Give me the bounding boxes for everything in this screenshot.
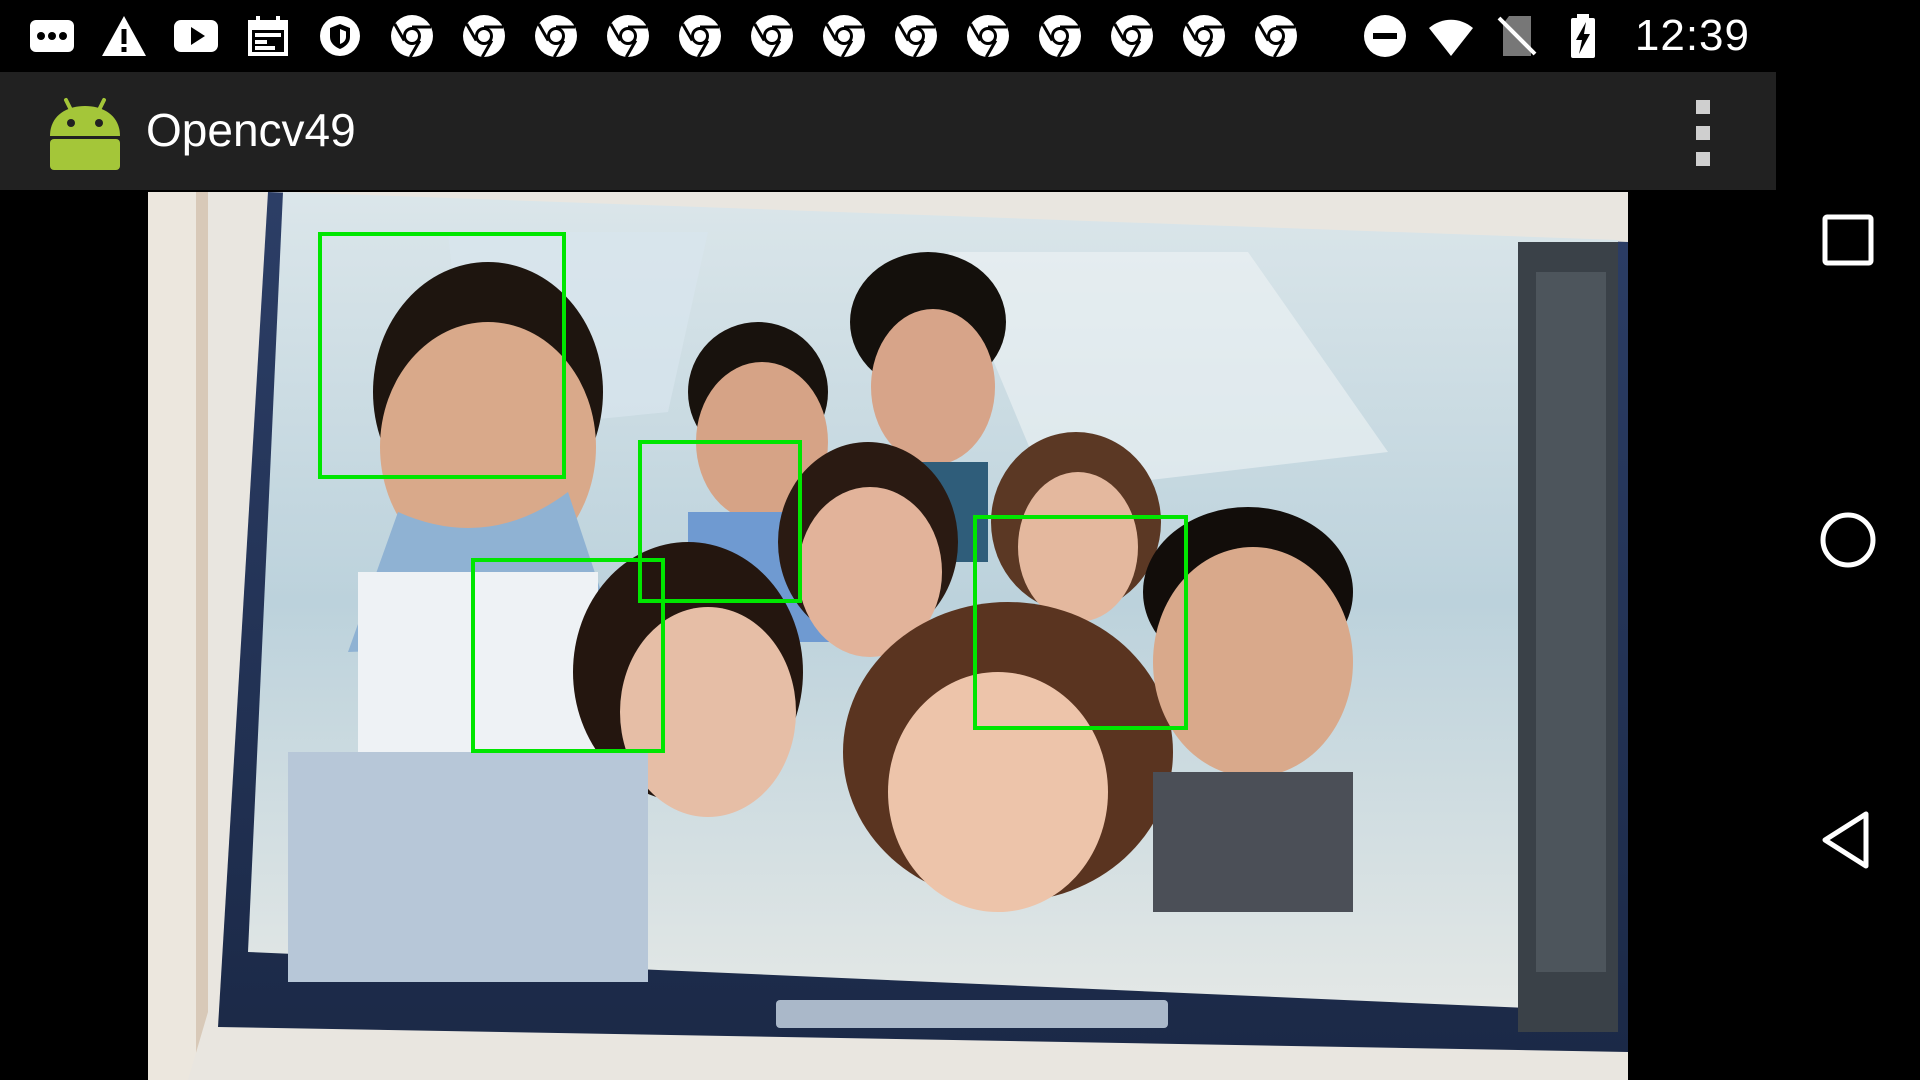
chrome-icon xyxy=(1252,12,1300,60)
chrome-icon xyxy=(748,12,796,60)
chrome-icon xyxy=(892,12,940,60)
chrome-icon xyxy=(388,12,436,60)
youtube-icon xyxy=(172,12,220,60)
battery-charging-icon xyxy=(1559,12,1607,60)
face-detection-box xyxy=(973,515,1188,730)
android-icon xyxy=(44,90,126,172)
back-icon xyxy=(1822,811,1869,869)
home-icon xyxy=(1820,512,1876,568)
alert-icon xyxy=(100,12,148,60)
chrome-icon xyxy=(604,12,652,60)
chrome-icon xyxy=(1036,12,1084,60)
overflow-dot xyxy=(1696,126,1710,140)
overflow-menu-icon[interactable] xyxy=(1688,100,1718,166)
system-icons: 12:39 xyxy=(1361,11,1750,60)
wifi-icon xyxy=(1427,12,1475,60)
overflow-dot xyxy=(1696,152,1710,166)
action-bar: Opencv49 xyxy=(0,72,1776,190)
dock xyxy=(776,1000,1168,1028)
status-bar: 12:39 xyxy=(0,0,1776,72)
app-title: Opencv49 xyxy=(146,104,356,156)
chrome-icon xyxy=(964,12,1012,60)
back-button[interactable] xyxy=(1808,800,1888,880)
home-button[interactable] xyxy=(1808,500,1888,580)
chrome-icon xyxy=(820,12,868,60)
chrome-icon xyxy=(460,12,508,60)
recents-button[interactable] xyxy=(1808,200,1888,280)
camera-preview[interactable] xyxy=(148,192,1628,1080)
face-detection-box xyxy=(318,232,566,479)
chrome-icon xyxy=(1108,12,1156,60)
chrome-icon xyxy=(676,12,724,60)
chrome-icon xyxy=(1180,12,1228,60)
do-not-disturb-icon xyxy=(1361,12,1409,60)
recents-icon xyxy=(1822,214,1874,266)
vpn-shield-icon xyxy=(316,12,364,60)
navigation-bar xyxy=(1776,0,1920,1080)
more-notifications-icon xyxy=(28,12,76,60)
notification-icons xyxy=(28,12,1324,60)
overflow-dot xyxy=(1696,100,1710,114)
chrome-icon xyxy=(532,12,580,60)
calendar-icon xyxy=(244,12,292,60)
no-sim-icon xyxy=(1493,12,1541,60)
face-detection-box xyxy=(471,558,665,753)
clock: 12:39 xyxy=(1634,11,1750,60)
